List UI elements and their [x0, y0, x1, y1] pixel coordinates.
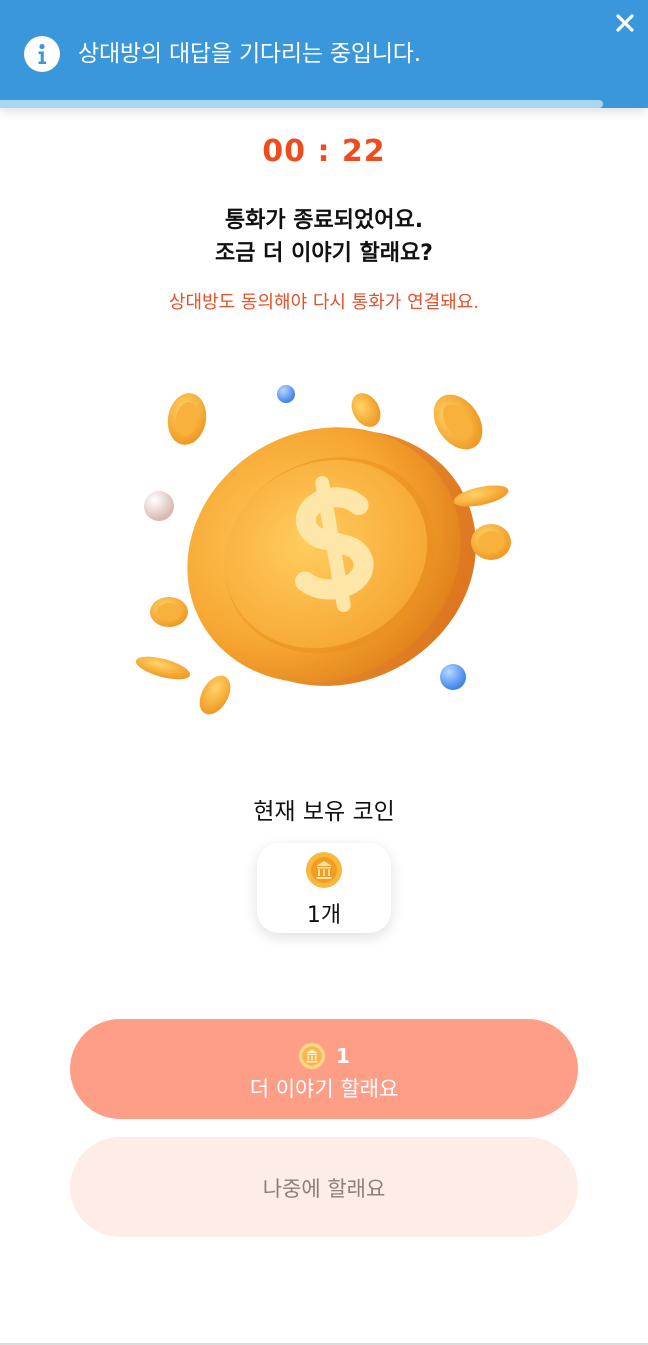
balance-amount: 1개 — [306, 903, 342, 928]
later-button[interactable]: 나중에 할래요 — [70, 1137, 578, 1237]
dialog-title: 통화가 종료되었어요. 조금 더 이야기 할래요? — [0, 204, 648, 270]
notification-progress — [0, 100, 648, 108]
close-icon[interactable] — [610, 8, 640, 38]
balance-card: 1개 — [257, 843, 391, 933]
continue-talking-button[interactable]: 1 더 이야기 할래요 — [70, 1019, 578, 1119]
balance-label: 현재 보유 코인 — [253, 799, 395, 825]
notification-progress-fill — [0, 100, 603, 108]
info-icon — [24, 36, 60, 72]
later-label: 나중에 할래요 — [262, 1177, 386, 1201]
countdown-timer: 00 : 22 — [262, 134, 386, 169]
dialog-title-line1: 통화가 종료되었어요. — [224, 208, 424, 233]
coin-icon — [298, 1042, 326, 1070]
notification-banner: 상대방의 대답을 기다리는 중입니다. — [0, 0, 648, 108]
gold-coin-illustration — [124, 370, 524, 730]
notification-message: 상대방의 대답을 기다리는 중입니다. — [78, 41, 421, 67]
coin-icon — [305, 851, 343, 889]
continue-cost: 1 — [70, 1041, 578, 1071]
dialog-subtitle: 상대방도 동의해야 다시 통화가 연결돼요. — [168, 292, 480, 313]
continue-cost-value: 1 — [336, 1044, 350, 1068]
continue-talking-label: 더 이야기 할래요 — [249, 1077, 399, 1101]
dialog-title-line2: 조금 더 이야기 할래요? — [215, 241, 433, 266]
